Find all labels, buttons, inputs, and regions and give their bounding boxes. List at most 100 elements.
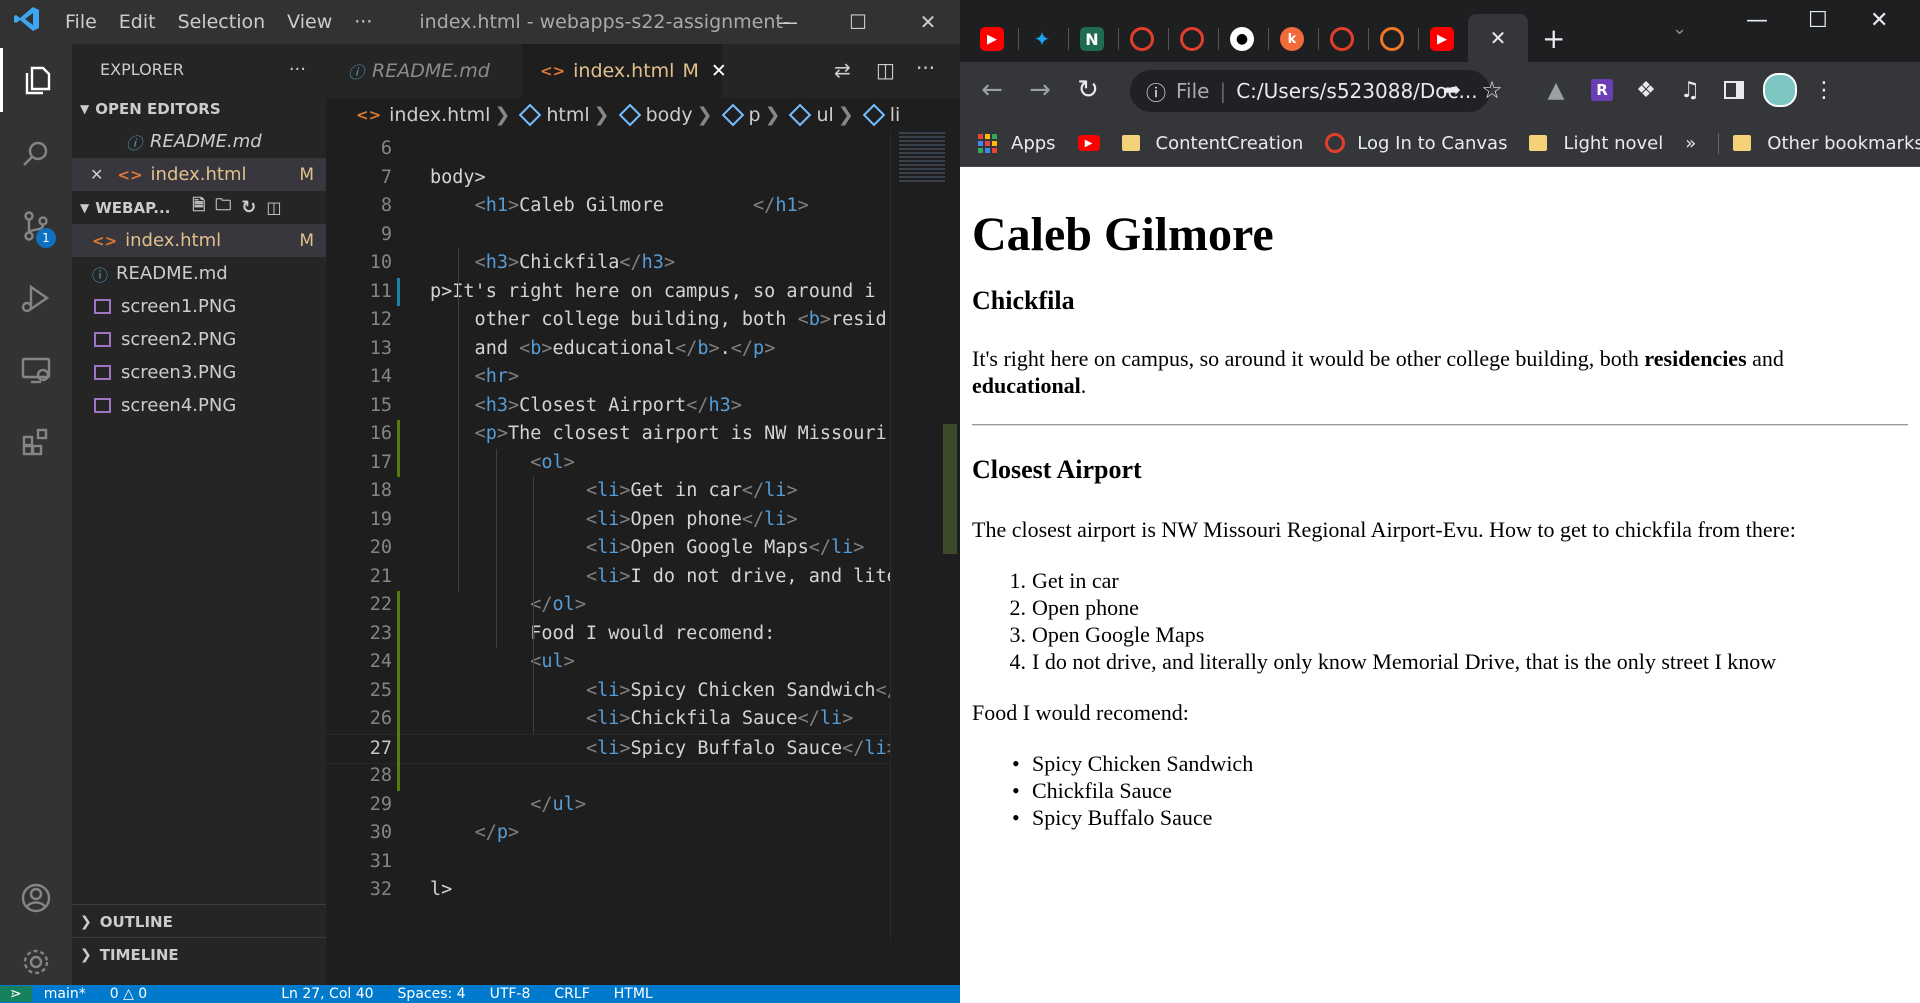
code-line[interactable]: 28 <box>326 762 890 791</box>
file-screen4[interactable]: screen4.PNG <box>72 389 326 422</box>
run-debug-icon[interactable] <box>0 266 72 330</box>
reload-icon[interactable]: ↻ <box>1070 72 1106 108</box>
breadcrumb-item[interactable]: body <box>646 104 693 126</box>
timeline-header[interactable]: ❯ TIMELINE <box>72 937 326 971</box>
browser-tab[interactable]: k <box>1272 24 1312 54</box>
open-editor-readme[interactable]: ⓘ README.md <box>72 125 326 158</box>
code-editor[interactable]: 6 7 body> 8 <h1>Caleb Gilmore </h1> 9 10 <h3>… <box>326 132 890 940</box>
code-line[interactable]: 17 <ol> <box>326 449 890 478</box>
code-line[interactable]: 27 <li>Spicy Buffalo Sauce</li> <box>326 733 890 764</box>
code-line[interactable]: 18 <li>Get in car</li> <box>326 477 890 506</box>
code-line[interactable]: 9 <box>326 221 890 250</box>
code-line[interactable]: 10 <h3>Chickfila</h3> <box>326 249 890 278</box>
maximize-icon[interactable]: ☐ <box>830 0 886 44</box>
explorer-more-icon[interactable]: ··· <box>289 59 306 80</box>
open-editor-index[interactable]: ✕ <> index.html M <box>72 158 326 191</box>
code-line[interactable]: 31 <box>326 848 890 877</box>
code-line[interactable]: 7 body> <box>326 164 890 193</box>
code-line[interactable]: 21 <li>I do not drive, and liter <box>326 563 890 592</box>
bookmark-canvas[interactable]: Log In to Canvas <box>1325 133 1507 154</box>
menu-more[interactable]: ··· <box>343 11 383 33</box>
chrome-menu-icon[interactable]: ⋮ <box>1806 72 1842 108</box>
extensions-puzzle-icon[interactable]: ❖ <box>1628 72 1664 108</box>
minimap[interactable] <box>890 132 960 940</box>
browser-tab[interactable] <box>1172 24 1212 54</box>
breadcrumb-item[interactable]: ul <box>816 104 833 126</box>
code-line[interactable]: 22 </ol> <box>326 591 890 620</box>
remote-explorer-icon[interactable] <box>0 338 72 402</box>
close-tab-icon[interactable]: ✕ <box>711 60 727 82</box>
editor-more-icon[interactable]: ··· <box>916 56 935 80</box>
code-line[interactable]: 23 Food I would recomend: <box>326 620 890 649</box>
file-readme[interactable]: ⓘ README.md <box>72 257 326 290</box>
file-screen2[interactable]: screen2.PNG <box>72 323 326 356</box>
forward-icon[interactable]: → <box>1022 72 1058 108</box>
status-branch[interactable]: main* <box>44 986 86 1002</box>
code-line[interactable]: 8 <h1>Caleb Gilmore </h1> <box>326 192 890 221</box>
remote-indicator-icon[interactable]: ⋗ <box>0 986 32 1002</box>
status-problems[interactable]: 0 △ 0 <box>110 986 147 1002</box>
code-line[interactable]: 13 and <b>educational</b>.</p> <box>326 335 890 364</box>
close-icon[interactable]: ✕ <box>900 0 956 44</box>
breadcrumb-item[interactable]: index.html <box>389 104 490 126</box>
code-line[interactable]: 24 <ul> <box>326 648 890 677</box>
menu-selection[interactable]: Selection <box>167 11 277 33</box>
maximize-icon[interactable]: ☐ <box>1808 8 1828 33</box>
file-screen3[interactable]: screen3.PNG <box>72 356 326 389</box>
code-line[interactable]: 6 <box>326 135 890 164</box>
code-line[interactable]: 30 </p> <box>326 819 890 848</box>
tab-readme[interactable]: ⓘ README.md <box>326 44 522 98</box>
code-line[interactable]: 25 <li>Spicy Chicken Sandwich</li <box>326 677 890 706</box>
accounts-icon[interactable] <box>0 866 72 930</box>
code-line[interactable]: 20 <li>Open Google Maps</li> <box>326 534 890 563</box>
status-language[interactable]: HTML <box>614 986 653 1002</box>
code-line[interactable]: 19 <li>Open phone</li> <box>326 506 890 535</box>
file-index-html[interactable]: <> index.html M <box>72 224 326 257</box>
collapse-all-icon[interactable]: ◫ <box>266 198 281 217</box>
menu-edit[interactable]: Edit <box>108 11 167 33</box>
menu-view[interactable]: View <box>276 11 343 33</box>
browser-tab[interactable] <box>1322 24 1362 54</box>
breadcrumb-item[interactable]: p <box>749 104 761 126</box>
extension-r-icon[interactable]: R <box>1584 72 1620 108</box>
status-cursor[interactable]: Ln 27, Col 40 <box>281 986 373 1002</box>
browser-tab[interactable] <box>1372 24 1412 54</box>
tab-index-html[interactable]: <> index.html M ✕ <box>522 44 727 98</box>
browser-tab[interactable]: ▶ <box>1422 24 1462 54</box>
browser-tab[interactable]: N <box>1072 24 1112 54</box>
folder-header[interactable]: ▼ WEBAP... 🗎 🗀 ↻ ◫ <box>72 191 326 224</box>
minimize-icon[interactable]: — <box>760 0 816 44</box>
extension-arch-icon[interactable]: ▲ <box>1538 72 1574 108</box>
breadcrumb-item[interactable]: html <box>546 104 589 126</box>
breadcrumb-item[interactable]: li <box>890 104 901 126</box>
code-line[interactable]: 14 <hr> <box>326 363 890 392</box>
source-control-icon[interactable]: 1 <box>0 194 72 258</box>
browser-tab[interactable]: ● <box>1222 24 1262 54</box>
close-icon[interactable]: ✕ <box>1870 8 1888 33</box>
status-spaces[interactable]: Spaces: 4 <box>398 986 466 1002</box>
status-encoding[interactable]: UTF-8 <box>490 986 531 1002</box>
share-icon[interactable]: ➦ <box>1434 72 1470 108</box>
close-editor-icon[interactable]: ✕ <box>90 165 103 184</box>
back-icon[interactable]: ← <box>974 72 1010 108</box>
compare-changes-icon[interactable]: ⇄ <box>834 58 851 82</box>
outline-header[interactable]: ❯ OUTLINE <box>72 904 326 938</box>
profile-avatar[interactable] <box>1762 72 1798 108</box>
file-screen1[interactable]: screen1.PNG <box>72 290 326 323</box>
new-tab-icon[interactable]: + <box>1542 22 1565 55</box>
code-line[interactable]: 12 other college building, both <b>resid <box>326 306 890 335</box>
open-editors-header[interactable]: ▼ OPEN EDITORS <box>72 92 326 125</box>
browser-tab[interactable]: ▶ <box>972 24 1012 54</box>
code-line[interactable]: 32 l> <box>326 876 890 905</box>
new-folder-icon[interactable]: 🗀 <box>215 194 231 221</box>
new-file-icon[interactable]: 🗎 <box>192 194 205 221</box>
bookmark-other[interactable]: Other bookmarks <box>1718 132 1920 154</box>
status-eol[interactable]: CRLF <box>554 986 589 1002</box>
browser-tab[interactable] <box>1122 24 1162 54</box>
search-icon[interactable] <box>0 122 72 186</box>
explorer-icon[interactable] <box>0 48 72 112</box>
bookmark-apps[interactable]: Apps <box>978 133 1056 154</box>
extensions-icon[interactable] <box>0 410 72 474</box>
refresh-icon[interactable]: ↻ <box>241 197 256 218</box>
scrollbar-thumb[interactable] <box>943 424 957 554</box>
